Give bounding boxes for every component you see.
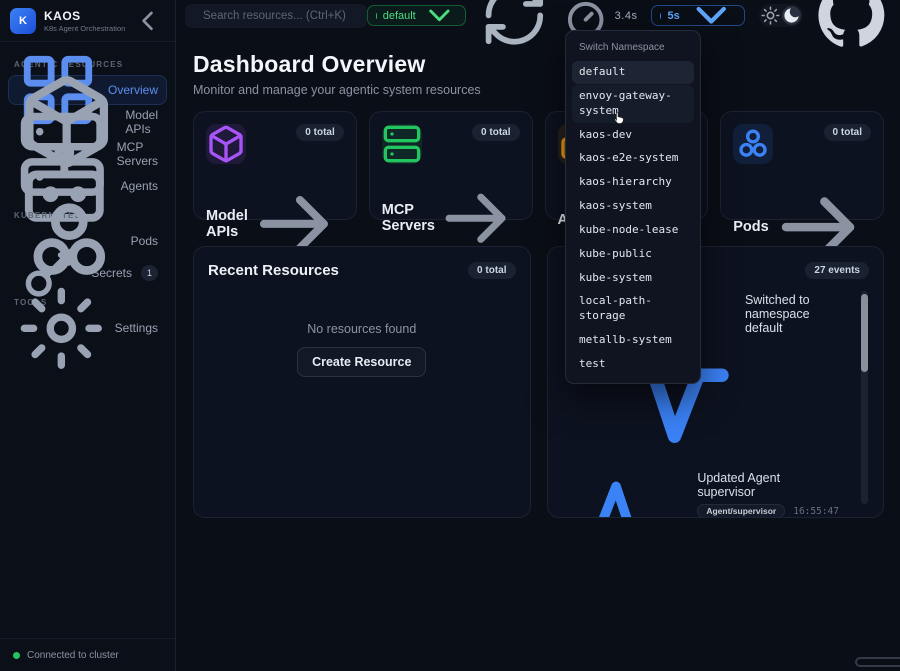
sidebar-item-label: MCP Servers <box>117 140 158 168</box>
app-title: KAOS <box>44 9 125 23</box>
sidebar-item-settings[interactable]: Settings <box>8 313 167 343</box>
sidebar-item-label: Model APIs <box>125 108 158 136</box>
sidebar-item-label: Secrets <box>91 266 132 280</box>
panels-row: Recent Resources 0 total No resources fo… <box>193 246 884 518</box>
stat-card-model-apis[interactable]: 0 totalModel APIs000 <box>193 111 357 220</box>
stat-card-title: Pods <box>733 219 768 235</box>
namespace-option-default[interactable]: default <box>572 61 694 84</box>
connected-status-dot <box>13 652 20 659</box>
stat-card-title: MCP Servers <box>382 202 435 234</box>
mouse-cursor <box>610 110 626 126</box>
page-title: Dashboard Overview <box>193 51 884 78</box>
namespace-option-kaos-dev[interactable]: kaos-dev <box>572 124 694 147</box>
namespace-option-local-path-storage[interactable]: local-path-storage <box>572 290 694 328</box>
empty-state-text: No resources found <box>307 322 416 336</box>
namespace-option-kaos-system[interactable]: kaos-system <box>572 195 694 218</box>
horizontal-scrollbar[interactable] <box>855 657 900 667</box>
server-icon <box>382 124 422 164</box>
stat-card-total-badge: 0 total <box>472 124 519 141</box>
namespace-option-kube-public[interactable]: kube-public <box>572 243 694 266</box>
namespace-value: default <box>383 10 416 22</box>
namespace-option-kaos-e2e-system[interactable]: kaos-e2e-system <box>572 147 694 170</box>
event-title: Switched to namespace default <box>745 293 839 335</box>
event-timestamp: 16:55:47 <box>793 506 839 517</box>
sidebar-item-count-badge: 1 <box>141 265 158 281</box>
recent-resources-panel: Recent Resources 0 total No resources fo… <box>193 246 531 518</box>
recent-resources-header: Recent Resources 0 total <box>208 260 516 280</box>
refresh-interval-selector[interactable]: 5s <box>651 5 745 26</box>
events-scrollbar-thumb[interactable] <box>861 294 868 372</box>
theme-toggle <box>759 4 803 27</box>
events-count-badge: 27 events <box>805 262 869 279</box>
stat-cards-grid: 0 totalModel APIs0000 totalMCP Servers00… <box>193 111 884 220</box>
stat-card-total-badge: 0 total <box>824 124 871 141</box>
stat-card-mcp-servers[interactable]: 0 totalMCP Servers000 <box>369 111 533 220</box>
namespace-dropdown-title: Switch Namespace <box>572 37 694 61</box>
recent-resources-total-badge: 0 total <box>468 262 515 279</box>
sidebar-item-label: Settings <box>115 321 158 335</box>
page-subtitle: Monitor and manage your agentic system r… <box>193 83 884 98</box>
interval-status-dot <box>660 13 661 19</box>
sidebar-item-label: Agents <box>121 179 158 193</box>
namespace-option-kube-system[interactable]: kube-system <box>572 267 694 290</box>
sidebar-nav: AGENTIC RESOURCESOverviewModel APIsMCP S… <box>0 42 175 638</box>
namespace-option-kaos-hierarchy[interactable]: kaos-hierarchy <box>572 171 694 194</box>
sidebar: K KAOS K8s Agent Orchestration AGENTIC R… <box>0 0 176 671</box>
create-resource-button[interactable]: Create Resource <box>297 347 426 377</box>
namespace-option-metallb-system[interactable]: metallb-system <box>572 329 694 352</box>
interval-value: 5s <box>667 10 679 22</box>
app-logo: K <box>10 8 36 34</box>
dark-theme-button[interactable] <box>782 6 801 25</box>
activity-icon <box>573 472 688 518</box>
event-item: Updated Agent supervisor Agent/supervisor… <box>573 471 840 518</box>
cluster-status-text: Connected to cluster <box>27 650 119 661</box>
namespace-selector[interactable]: default <box>367 5 466 26</box>
cluster-status: Connected to cluster <box>0 638 175 671</box>
recent-resources-title: Recent Resources <box>208 262 339 279</box>
namespace-status-dot <box>376 13 377 19</box>
sidebar-collapse-button[interactable] <box>133 5 165 37</box>
stat-card-total-badge: 0 total <box>296 124 343 141</box>
github-icon <box>817 0 886 50</box>
sidebar-header: K KAOS K8s Agent Orchestration <box>0 0 175 42</box>
gear-icon <box>17 284 106 373</box>
event-title: Updated Agent supervisor <box>697 471 839 499</box>
namespace-option-envoy-gateway-system[interactable]: envoy-gateway-system <box>572 85 694 123</box>
refresh-timer-value: 3.4s <box>615 10 638 22</box>
light-theme-button[interactable] <box>761 6 780 25</box>
github-link[interactable] <box>817 0 886 50</box>
search-input[interactable] <box>203 10 357 22</box>
app-root: K KAOS K8s Agent Orchestration AGENTIC R… <box>0 0 900 671</box>
events-scrollbar-track[interactable] <box>861 291 868 504</box>
namespace-option-kube-node-lease[interactable]: kube-node-lease <box>572 219 694 242</box>
moon-icon <box>782 6 801 25</box>
search-box[interactable] <box>185 4 367 28</box>
stat-card-pods[interactable]: 0 totalPods000 <box>720 111 884 220</box>
chevron-down-icon <box>422 0 457 33</box>
refresh-button[interactable] <box>480 0 549 50</box>
pods-icon <box>733 124 773 164</box>
namespace-dropdown: Switch Namespace defaultenvoy-gateway-sy… <box>565 30 701 384</box>
app-subtitle: K8s Agent Orchestration <box>44 24 125 33</box>
sun-icon <box>761 6 780 25</box>
sidebar-item-label: Pods <box>131 234 158 248</box>
empty-state: No resources found Create Resource <box>208 322 516 377</box>
cube-icon <box>206 124 246 164</box>
topbar: default 3.4s 5s <box>177 0 900 31</box>
page-content: Dashboard Overview Monitor and manage yo… <box>177 31 900 518</box>
chevron-left-icon <box>133 5 165 37</box>
main-area: default 3.4s 5s <box>177 0 900 671</box>
event-resource-badge: Agent/supervisor <box>697 504 785 518</box>
stat-card-title: Model APIs <box>206 208 248 240</box>
namespace-dropdown-list: defaultenvoy-gateway-systemkaos-devkaos-… <box>572 61 694 376</box>
namespace-option-test[interactable]: test <box>572 353 694 376</box>
